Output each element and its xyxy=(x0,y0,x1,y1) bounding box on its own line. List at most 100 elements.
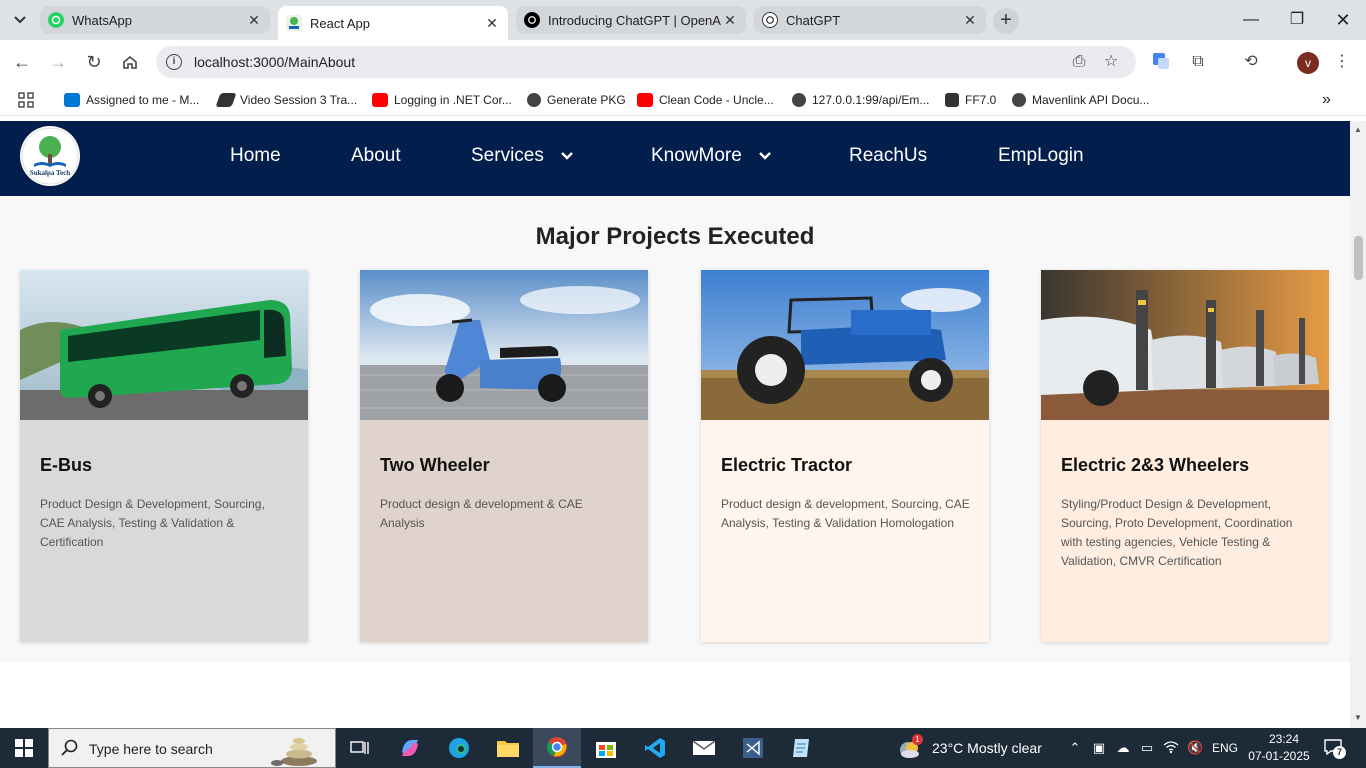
company-logo[interactable]: Sukalpa Tech xyxy=(20,126,80,186)
weather-text[interactable]: 23°C Mostly clear xyxy=(932,740,1042,756)
scrollbar-thumb[interactable] xyxy=(1354,236,1363,280)
nav-services[interactable]: Services xyxy=(471,145,574,167)
profile-avatar[interactable]: v xyxy=(1297,52,1319,74)
bookmark-star-icon[interactable]: ☆ xyxy=(1102,53,1120,71)
more-menu-icon[interactable]: ⋮ xyxy=(1332,52,1352,72)
bookmark-item[interactable]: Clean Code - Uncle... xyxy=(637,91,774,109)
bookmark-label: Assigned to me - M... xyxy=(86,93,200,107)
minimize-icon[interactable]: — xyxy=(1236,8,1266,32)
tab-title: React App xyxy=(310,15,370,31)
volume-muted-icon[interactable]: 🔇 xyxy=(1187,740,1203,756)
file-explorer-icon[interactable] xyxy=(484,728,532,768)
new-tab-button[interactable]: + xyxy=(993,8,1019,34)
url-text[interactable]: localhost:3000/MainAbout xyxy=(194,54,355,70)
nav-reachus[interactable]: ReachUs xyxy=(849,145,927,167)
card-description: Product design & development & CAE Analy… xyxy=(380,497,583,530)
google-translate-icon[interactable] xyxy=(1151,52,1171,72)
history-icon[interactable]: ⟲ xyxy=(1241,52,1261,72)
globe-icon xyxy=(527,93,541,107)
meet-now-icon[interactable]: ▣ xyxy=(1091,740,1107,756)
page-scrollbar[interactable]: ▲ ▼ xyxy=(1350,121,1366,728)
home-icon[interactable] xyxy=(118,50,142,74)
bookmark-item[interactable]: Generate PKG xyxy=(527,91,626,109)
forward-arrow-icon[interactable]: → xyxy=(46,50,70,74)
extensions-icon[interactable]: ⧉ xyxy=(1188,52,1208,72)
project-card-ebus[interactable]: E-Bus Product Design & Development, Sour… xyxy=(20,270,308,642)
onedrive-cloud-icon[interactable]: ☁ xyxy=(1115,740,1131,756)
tab-introducing-chatgpt[interactable]: Introducing ChatGPT | OpenAI ✕ xyxy=(516,6,746,34)
bookmark-item[interactable]: Logging in .NET Cor... xyxy=(372,91,512,109)
scroll-up-arrow-icon[interactable]: ▲ xyxy=(1354,125,1362,134)
project-card-two-wheeler[interactable]: Two Wheeler Product design & development… xyxy=(360,270,648,642)
close-icon[interactable]: ✕ xyxy=(246,12,262,28)
tab-title: Introducing ChatGPT | OpenAI xyxy=(548,12,722,28)
reload-icon[interactable]: ↻ xyxy=(82,50,106,74)
openai-icon xyxy=(524,12,540,28)
more-bookmarks-icon[interactable]: » xyxy=(1322,91,1331,109)
card-title: E-Bus xyxy=(40,455,93,475)
windows-start-icon[interactable] xyxy=(0,728,48,768)
nav-knowmore[interactable]: KnowMore xyxy=(651,145,772,167)
bookmark-item[interactable]: Assigned to me - M... xyxy=(64,91,199,109)
microsoft-store-icon[interactable] xyxy=(582,728,630,768)
site-info-icon[interactable]: i xyxy=(166,54,182,70)
weather-icon[interactable]: 1 xyxy=(898,734,923,760)
project-card-electric-2-3-wheelers[interactable]: Electric 2&3 Wheelers Styling/Product De… xyxy=(1041,270,1329,642)
card-description: Product Design & Development, Sourcing, … xyxy=(40,497,265,549)
taskbar-search-box[interactable]: Type here to search xyxy=(48,728,336,768)
weather-badge: 1 xyxy=(912,734,923,745)
bookmark-item[interactable]: 127.0.0.1:99/api/Em... xyxy=(792,91,929,109)
bookmark-label: Mavenlink API Docu... xyxy=(1032,93,1150,107)
card-title: Electric 2&3 Wheelers xyxy=(1061,455,1250,475)
tab-chatgpt[interactable]: ChatGPT ✕ xyxy=(754,6,986,34)
card-title: Two Wheeler xyxy=(380,455,490,475)
task-view-icon[interactable] xyxy=(336,728,384,768)
bookmark-label: Generate PKG xyxy=(547,93,626,107)
tab-whatsapp[interactable]: WhatsApp ✕ xyxy=(40,6,270,34)
search-placeholder: Type here to search xyxy=(89,741,213,757)
wifi-icon[interactable] xyxy=(1163,740,1179,756)
clock-time[interactable]: 23:24 xyxy=(1262,732,1306,746)
nav-emplogin[interactable]: EmpLogin xyxy=(998,145,1084,167)
clock-date[interactable]: 07-01-2025 xyxy=(1246,749,1312,763)
install-app-icon[interactable]: ⎙ xyxy=(1070,53,1088,71)
card-title: Electric Tractor xyxy=(721,455,853,475)
chevron-up-icon[interactable]: ⌃ xyxy=(1067,740,1083,756)
apps-grid-icon[interactable] xyxy=(18,91,34,109)
project-card-electric-tractor[interactable]: Electric Tractor Product design & develo… xyxy=(701,270,989,642)
tab-react-app[interactable]: React App ✕ xyxy=(278,6,508,40)
visual-studio-code-icon[interactable] xyxy=(631,728,679,768)
visual-studio-icon[interactable] xyxy=(729,728,777,768)
bookmark-item[interactable]: Mavenlink API Docu... xyxy=(1012,91,1149,109)
close-icon[interactable]: ✕ xyxy=(484,15,500,31)
edge-browser-icon[interactable] xyxy=(435,728,483,768)
close-window-icon[interactable]: ✕ xyxy=(1328,8,1358,32)
scroll-down-arrow-icon[interactable]: ▼ xyxy=(1354,713,1362,722)
chrome-icon[interactable] xyxy=(533,728,581,768)
nav-label: Home xyxy=(230,145,281,166)
battery-icon[interactable]: ▭ xyxy=(1139,740,1155,756)
restore-icon[interactable]: ❐ xyxy=(1282,8,1312,32)
nav-home[interactable]: Home xyxy=(230,145,281,167)
mail-icon[interactable] xyxy=(680,728,728,768)
notepad-icon[interactable] xyxy=(778,728,826,768)
close-icon[interactable]: ✕ xyxy=(962,12,978,28)
nav-label: ReachUs xyxy=(849,145,928,166)
nav-about[interactable]: About xyxy=(351,145,401,167)
section-title: Major Projects Executed xyxy=(535,223,815,250)
ev-charging-cars-image xyxy=(1041,270,1329,420)
notification-center-icon[interactable]: 7 xyxy=(1323,738,1346,759)
bookmark-item[interactable]: FF7.0 xyxy=(945,91,996,109)
browser-toolbar: ← → ↻ i localhost:3000/MainAbout ⎙ ☆ ⧉ ⟲… xyxy=(0,40,1366,84)
bookmark-item[interactable]: Video Session 3 Tra... xyxy=(215,91,357,109)
projects-section: Major Projects Executed E-Bus Product De… xyxy=(0,196,1350,662)
close-icon[interactable]: ✕ xyxy=(722,12,738,28)
address-bar[interactable]: i localhost:3000/MainAbout ⎙ ☆ xyxy=(156,46,1136,78)
copilot-icon[interactable] xyxy=(386,728,434,768)
back-arrow-icon[interactable]: ← xyxy=(10,50,34,74)
language-indicator[interactable]: ENG xyxy=(1212,741,1238,755)
bookmark-label: 127.0.0.1:99/api/Em... xyxy=(812,93,930,107)
card-description: Product design & development, Sourcing, … xyxy=(721,497,970,530)
chevron-down-icon xyxy=(561,152,573,160)
tab-search-chevron-icon[interactable] xyxy=(8,8,32,32)
